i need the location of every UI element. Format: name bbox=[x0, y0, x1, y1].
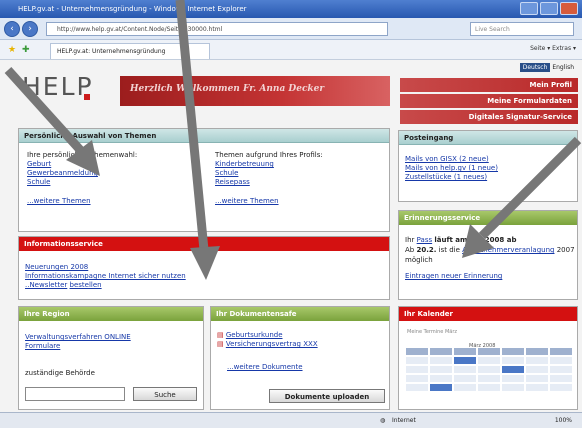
maximize-button[interactable] bbox=[540, 2, 558, 15]
lang-deutsch[interactable]: Deutsch bbox=[519, 63, 551, 72]
news-link[interactable]: Neuerungen 2008 bbox=[25, 263, 385, 272]
reminder-text: Ihr bbox=[405, 236, 415, 244]
profile-topic-link[interactable]: Schule bbox=[215, 169, 385, 178]
inbox-link[interactable]: Mails von help.gv (1 neue) bbox=[405, 164, 575, 173]
address-bar: ‹ › http://www.help.gv.at/Content.Node/S… bbox=[0, 18, 582, 40]
window-controls bbox=[520, 2, 578, 15]
welcome-banner: Herzlich Willkommen Fr. Anna Decker bbox=[120, 76, 390, 106]
panel-title: Informationsservice bbox=[19, 237, 389, 251]
panel-title: Ihr Dokumentensafe bbox=[211, 307, 389, 321]
zoom-level[interactable]: 100% bbox=[555, 417, 572, 424]
info-service-panel: Informationsservice Neuerungen 2008 Info… bbox=[18, 236, 390, 300]
tax-assessment-link[interactable]: Arbeitnehmerveranlagung bbox=[462, 246, 554, 254]
tab-active[interactable]: HELP.gv.at: Unternehmensgründung bbox=[50, 43, 210, 59]
newsletter-label: ..Newsletter bbox=[25, 281, 68, 289]
window-titlebar: HELP.gv.at - Unternehmensgründung - Wind… bbox=[0, 0, 582, 18]
back-button[interactable]: ‹ bbox=[4, 21, 20, 37]
online-procedures-link[interactable]: Verwaltungsverfahren ONLINE bbox=[25, 333, 201, 342]
campaign-link[interactable]: Informationskampagne Internet sicher nut… bbox=[25, 272, 385, 281]
panel-title: Ihr Kalender bbox=[399, 307, 577, 321]
topic-link[interactable]: Schule bbox=[27, 178, 207, 187]
topic-link[interactable]: Gewerbeanmeldung bbox=[27, 169, 207, 178]
window-title: HELP.gv.at - Unternehmensgründung - Wind… bbox=[18, 5, 247, 13]
reminder-text: Ab bbox=[405, 246, 415, 254]
favorites-star-icon[interactable]: ★ bbox=[8, 45, 16, 55]
add-favorite-icon[interactable]: ✚ bbox=[22, 45, 30, 55]
authority-label: zuständige Behörde bbox=[25, 369, 95, 377]
more-documents-link[interactable]: ...weitere Dokumente bbox=[227, 363, 387, 372]
tab-bar: ★ ✚ HELP.gv.at: Unternehmensgründung Sei… bbox=[0, 40, 582, 60]
close-button[interactable] bbox=[560, 2, 578, 15]
url-input[interactable]: http://www.help.gv.at/Content.Node/Seite… bbox=[46, 22, 388, 36]
help-logo[interactable]: HELP bbox=[22, 72, 94, 101]
panel-title: Erinnerungsservice bbox=[399, 211, 577, 225]
pdf-icon: ▤ bbox=[217, 331, 224, 339]
left-heading: Ihre persönlichen Themenwahl: bbox=[27, 151, 138, 159]
forms-link[interactable]: Formulare bbox=[25, 342, 201, 351]
tab-label: HELP.gv.at: Unternehmensgründung bbox=[57, 48, 166, 55]
inbox-panel: Posteingang Mails von GISX (2 neue) Mail… bbox=[398, 130, 578, 202]
panel-title: Posteingang bbox=[399, 131, 577, 145]
inbox-link[interactable]: Zustellstücke (1 neues) bbox=[405, 173, 575, 182]
document-link[interactable]: Geburtsurkunde bbox=[226, 331, 283, 339]
command-bar[interactable]: Seite ▾ Extras ▾ bbox=[530, 45, 576, 52]
panel-title: Ihre Region bbox=[19, 307, 203, 321]
profile-topic-link[interactable]: Reisepass bbox=[215, 178, 385, 187]
signature-service-link[interactable]: Digitales Signatur-Service bbox=[400, 110, 578, 124]
calendar-grid[interactable] bbox=[406, 348, 574, 404]
forward-button[interactable]: › bbox=[22, 21, 38, 37]
reminder-text: ist die bbox=[438, 246, 460, 254]
upload-documents-button[interactable]: Dokumente uploaden bbox=[269, 389, 385, 403]
form-data-link[interactable]: Meine Formulardaten bbox=[400, 94, 578, 108]
topic-link[interactable]: Geburt bbox=[27, 160, 207, 169]
document-link[interactable]: Versicherungsvertrag XXX bbox=[226, 340, 318, 348]
right-heading: Themen aufgrund Ihres Profils: bbox=[215, 151, 323, 159]
authority-input[interactable] bbox=[25, 387, 125, 401]
pdf-icon: ▤ bbox=[217, 340, 224, 348]
more-profile-topics-link[interactable]: ...weitere Themen bbox=[215, 197, 385, 206]
new-reminder-link[interactable]: Eintragen neuer Erinnerung bbox=[405, 271, 575, 281]
search-button[interactable]: Suche bbox=[133, 387, 197, 401]
topic-selection-panel: Persönliche Auswahl von Themen Ihre pers… bbox=[18, 128, 390, 232]
newsletter-link[interactable]: bestellen bbox=[70, 281, 102, 289]
inbox-link[interactable]: Mails von GISX (2 neue) bbox=[405, 155, 575, 164]
lang-english[interactable]: English bbox=[552, 64, 574, 71]
panel-title: Persönliche Auswahl von Themen bbox=[19, 129, 389, 143]
globe-icon: ◍ bbox=[380, 417, 386, 424]
document-safe-panel: Ihr Dokumentensafe ▤ Geburtsurkunde ▤ Ve… bbox=[210, 306, 390, 410]
search-input[interactable]: Live Search bbox=[470, 22, 574, 36]
reminder-panel: Erinnerungsservice Ihr Pass läuft am 1.7… bbox=[398, 210, 578, 300]
profile-links: Mein Profil Meine Formulardaten Digitale… bbox=[400, 78, 578, 126]
logo-dot bbox=[84, 94, 90, 100]
reminder-date: 20.2. bbox=[416, 246, 437, 254]
status-bar: ◍ Internet 100% bbox=[0, 412, 582, 428]
region-panel: Ihre Region Verwaltungsverfahren ONLINE … bbox=[18, 306, 204, 410]
profile-link[interactable]: Mein Profil bbox=[400, 78, 578, 92]
calendar-caption: Meine Termine März bbox=[407, 329, 458, 335]
language-switch: Deutsch English bbox=[519, 63, 574, 72]
more-topics-link[interactable]: ...weitere Themen bbox=[27, 197, 207, 206]
minimize-button[interactable] bbox=[520, 2, 538, 15]
passport-link[interactable]: Pass bbox=[417, 236, 433, 244]
security-zone: Internet bbox=[392, 417, 416, 424]
reminder-text: läuft am 1.7.2008 ab bbox=[434, 236, 517, 244]
profile-topic-link[interactable]: Kinderbetreuung bbox=[215, 160, 385, 169]
